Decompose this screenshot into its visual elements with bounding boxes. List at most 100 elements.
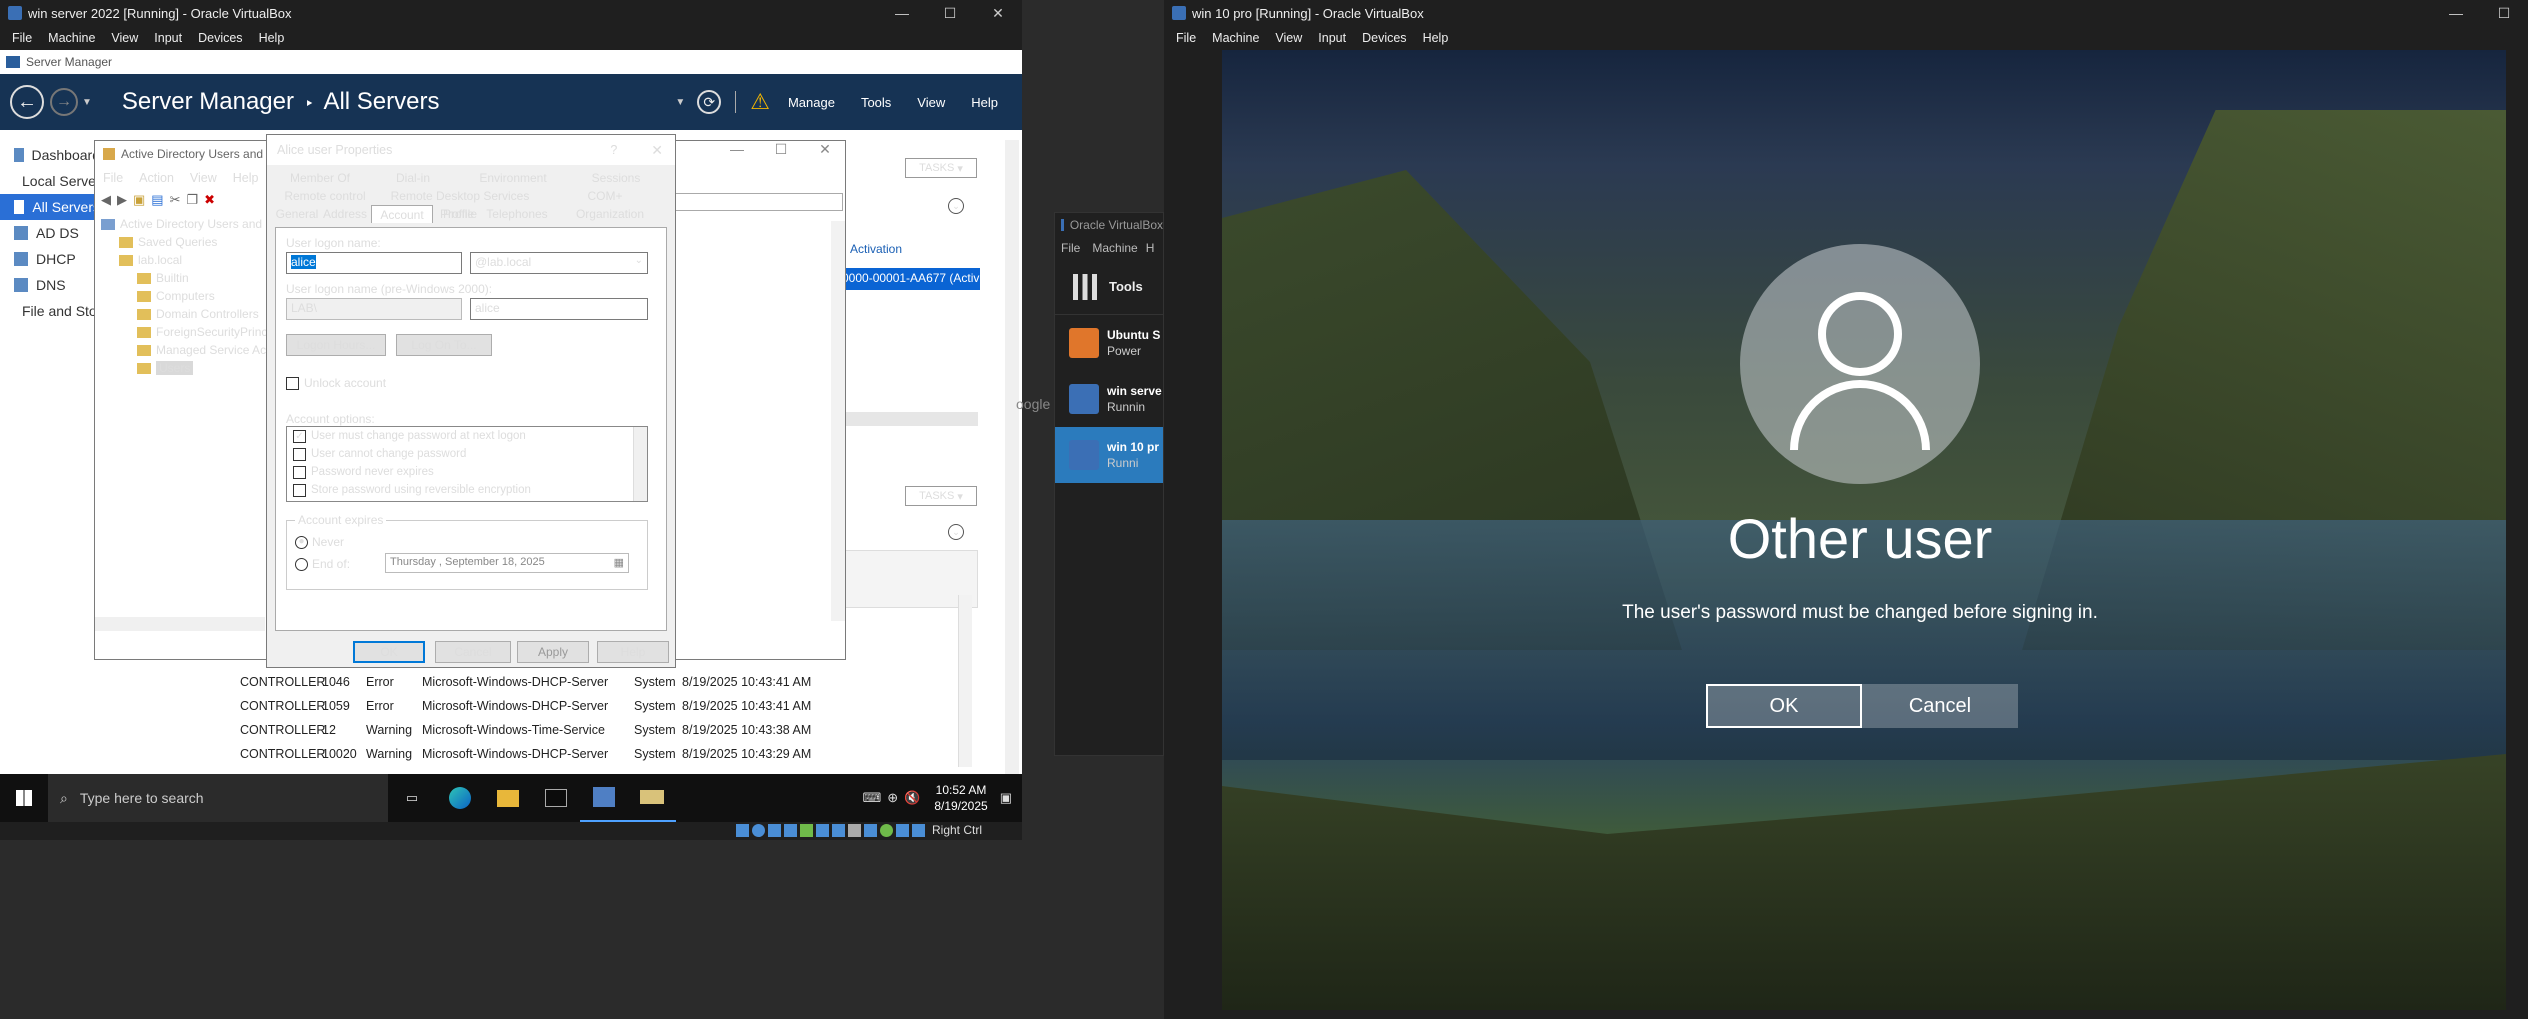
horizontal-scrollbar[interactable] — [840, 412, 978, 426]
shared-folder-icon[interactable] — [816, 823, 829, 837]
main-scrollbar[interactable] — [1005, 140, 1019, 820]
nav-local-server[interactable]: Local Server — [0, 168, 100, 194]
tab[interactable]: COM+ — [545, 187, 665, 205]
vm-list-item[interactable]: Ubuntu S Power — [1055, 315, 1163, 371]
minimize-icon[interactable]: — — [2432, 0, 2480, 26]
maximize-icon[interactable]: ☐ — [2480, 0, 2528, 26]
audio-status-icon[interactable] — [768, 823, 781, 837]
lock-ok-button[interactable]: OK — [1706, 684, 1862, 728]
back-icon[interactable]: ← — [10, 85, 44, 119]
tab[interactable]: Dial-in — [365, 169, 461, 187]
menu-view[interactable]: View — [103, 31, 146, 45]
aduc-menu-file[interactable]: File — [95, 171, 131, 185]
file-explorer-icon[interactable] — [484, 774, 532, 822]
account-option[interactable]: ✓ User must change password at next logon — [293, 427, 647, 445]
menu-input[interactable]: Input — [1310, 31, 1354, 45]
notifications-icon[interactable]: ▣ — [1000, 790, 1012, 806]
start-button[interactable] — [0, 774, 48, 822]
volume-icon[interactable]: 🔇 — [904, 790, 920, 806]
tab[interactable]: Remote control — [275, 187, 375, 205]
aduc-menu-view[interactable]: View — [182, 171, 225, 185]
aduc-right-scrollbar[interactable] — [831, 221, 845, 621]
options-scrollbar[interactable] — [633, 427, 647, 501]
nav-dhcp[interactable]: DHCP — [0, 246, 100, 272]
refresh-icon[interactable]: ⟳ — [697, 90, 722, 114]
event-row[interactable]: CONTROLLER 10020 Warning Microsoft-Windows-… — [240, 742, 970, 766]
aduc-menu-help[interactable]: Help — [225, 171, 267, 185]
never-radio[interactable]: ● Never — [295, 535, 344, 550]
account-option[interactable]: Password never expires — [293, 463, 647, 481]
event-row[interactable]: CONTROLLER 1046 Error Microsoft-Windows-DHC… — [240, 670, 970, 694]
tab[interactable]: Member Of — [275, 169, 365, 187]
mouse-integration-icon[interactable] — [880, 823, 893, 837]
nav-all-servers[interactable]: All Servers — [0, 194, 100, 220]
menu-tools[interactable]: Tools — [861, 95, 891, 110]
server-manager-titlebar[interactable]: Server Manager — [0, 50, 1022, 74]
logon-hours-button[interactable]: Logon Hours... — [286, 334, 386, 356]
right-vm-titlebar[interactable]: win 10 pro [Running] - Oracle VirtualBox — [1164, 0, 2528, 26]
folder-up-icon[interactable]: ▣ — [133, 192, 145, 208]
display-status-icon[interactable] — [832, 823, 845, 837]
end-of-radio[interactable]: End of: — [295, 557, 350, 572]
menu-devices[interactable]: Devices — [190, 31, 250, 45]
cancel-button[interactable]: Cancel — [435, 641, 511, 663]
minimize-icon[interactable]: — — [878, 0, 926, 26]
account-option[interactable]: Store password using reversible encrypti… — [293, 481, 647, 499]
forward-arrow-icon[interactable]: ▶ — [117, 192, 127, 208]
menu-help[interactable]: Help — [971, 95, 998, 110]
menu-help[interactable]: Help — [251, 31, 293, 45]
nav-dashboard[interactable]: Dashboard — [0, 142, 100, 168]
forward-icon[interactable]: → — [50, 88, 78, 116]
nav-ad-ds[interactable]: AD DS — [0, 220, 100, 246]
optical-status-icon[interactable] — [752, 823, 765, 837]
maximize-icon[interactable]: ☐ — [926, 0, 974, 26]
edge-icon[interactable] — [436, 774, 484, 822]
tasks-button-top[interactable]: TASKS ▾ — [905, 158, 977, 178]
tab[interactable]: Organization — [553, 205, 667, 223]
menu-devices[interactable]: Devices — [1354, 31, 1414, 45]
vm-list-item[interactable]: win serve Runnin — [1055, 371, 1163, 427]
vbm-menu-help[interactable]: H — [1144, 241, 1157, 255]
tab[interactable]: Sessions — [565, 169, 667, 187]
aduc-taskbar-icon[interactable] — [628, 774, 676, 822]
close-icon[interactable]: ✕ — [803, 141, 847, 158]
powershell-icon[interactable] — [532, 774, 580, 822]
breadcrumb-app[interactable]: Server Manager — [122, 88, 294, 115]
menu-view[interactable]: View — [917, 95, 945, 110]
help-glyph[interactable]: ? — [610, 143, 617, 157]
selected-server-row[interactable]: 0000-00001-AA677 (Activ — [840, 268, 980, 290]
keyboard-capture-icon[interactable] — [896, 823, 909, 837]
menu-manage[interactable]: Manage — [788, 95, 835, 110]
account-option[interactable]: User cannot change password — [293, 445, 647, 463]
globe-icon[interactable]: ⊕ — [887, 790, 898, 806]
tab[interactable]: General — [275, 205, 319, 223]
menu-help[interactable]: Help — [1415, 31, 1457, 45]
vbm-menu-file[interactable]: File — [1055, 241, 1086, 255]
tree-view-icon[interactable]: ▤ — [151, 192, 163, 208]
unlock-account-checkbox[interactable]: Unlock account — [286, 376, 386, 391]
menu-file[interactable]: File — [1168, 31, 1204, 45]
left-vm-titlebar[interactable]: win server 2022 [Running] - Oracle Virtu… — [0, 0, 1022, 26]
server-manager-taskbar-icon[interactable] — [580, 774, 628, 822]
vbm-menu-machine[interactable]: Machine — [1086, 241, 1143, 255]
recording-status-icon[interactable] — [848, 823, 861, 837]
tab[interactable]: Address — [319, 205, 371, 223]
usb-status-icon[interactable] — [800, 823, 813, 837]
network-icon[interactable]: ⌨ — [862, 790, 881, 806]
tab[interactable]: Telephones — [481, 205, 553, 223]
tab[interactable]: Environment — [461, 169, 565, 187]
menu-file[interactable]: File — [4, 31, 40, 45]
history-dropdown-icon[interactable]: ▼ — [82, 97, 92, 108]
cut-icon[interactable]: ✂ — [170, 192, 181, 208]
network-status-icon[interactable] — [784, 823, 797, 837]
flag-warning-icon[interactable]: ⚠ — [750, 89, 770, 115]
events-scrollbar[interactable] — [958, 595, 972, 767]
pre2000-name-input[interactable]: alice — [470, 298, 648, 320]
task-view-icon[interactable]: ▭ — [388, 774, 436, 822]
tools-item[interactable]: Tools — [1055, 259, 1163, 315]
help-button[interactable]: Help — [597, 641, 669, 663]
vbox-manager-titlebar[interactable]: Oracle VirtualBox — [1055, 213, 1163, 237]
hdd-status-icon[interactable] — [736, 823, 749, 837]
logon-to-button[interactable]: Log On To... — [396, 334, 492, 356]
collapse-icon-bottom[interactable]: ⌄ — [948, 524, 964, 540]
